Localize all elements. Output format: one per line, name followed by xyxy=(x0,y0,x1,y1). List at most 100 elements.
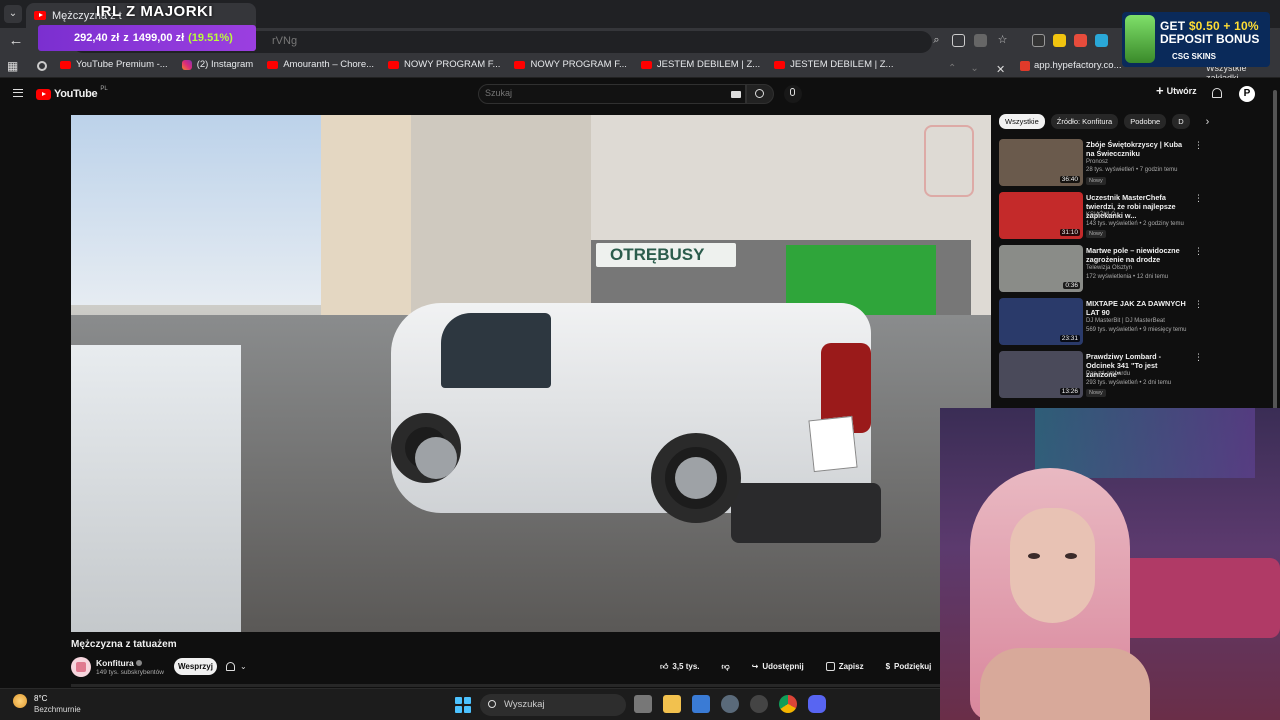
related-video-title[interactable]: Zbóje Świętokrzyscy | Kuba na Świeccznik… xyxy=(1086,140,1190,158)
more-options-icon[interactable]: ⋮ xyxy=(1194,352,1203,363)
instagram-icon xyxy=(181,59,192,70)
video-thumbnail[interactable]: 0:36 xyxy=(999,245,1083,292)
chrome-icon[interactable] xyxy=(779,695,797,713)
zoom-icon[interactable]: ⌕ xyxy=(930,34,943,47)
like-button[interactable]: 👍︎ 3,5 tys. xyxy=(652,658,708,675)
menu-icon[interactable] xyxy=(13,89,23,97)
youtube-icon xyxy=(774,60,786,69)
channel-name[interactable]: Konfitura xyxy=(96,658,142,668)
subscription-notifications-button[interactable]: ⌄ xyxy=(226,658,258,675)
more-options-icon[interactable]: ⋮ xyxy=(1194,246,1203,257)
file-explorer-icon[interactable] xyxy=(663,695,681,713)
related-video-item[interactable]: 23:31 MIXTAPE JAK ZA DAWNYCH LAT 90 DJ M… xyxy=(999,298,1204,349)
video-duration: 0:36 xyxy=(1063,282,1080,289)
chevron-right-icon[interactable]: › xyxy=(1206,116,1210,128)
bookmark-item[interactable]: (2) Instagram xyxy=(181,59,253,70)
tab-search-chevron-icon[interactable]: ⌄ xyxy=(4,5,22,23)
related-video-item[interactable]: 13:26 Prawdziwy Lombard - Odcinek 341 "T… xyxy=(999,351,1204,402)
app-icon[interactable] xyxy=(750,695,768,713)
donation-percent: (19.51%) xyxy=(188,32,233,44)
more-options-icon[interactable]: ⋮ xyxy=(1194,140,1203,151)
channel-watermark-icon[interactable] xyxy=(924,125,974,197)
youtube-logo[interactable]: YouTube PL xyxy=(36,86,108,100)
task-view-icon[interactable] xyxy=(634,695,652,713)
discord-icon[interactable] xyxy=(808,695,826,713)
share-icon: ↪ xyxy=(751,662,759,671)
search-input[interactable] xyxy=(485,88,715,98)
settings-bookmark-icon[interactable] xyxy=(37,61,47,71)
apps-grid-icon[interactable]: ▦ xyxy=(7,60,19,72)
related-video-title[interactable]: MIXTAPE JAK ZA DAWNYCH LAT 90 xyxy=(1086,299,1190,317)
van-wheel xyxy=(651,433,741,523)
account-avatar[interactable]: P xyxy=(1239,86,1255,102)
bookmark-item[interactable]: YouTube Premium -... xyxy=(60,59,168,70)
search-button[interactable] xyxy=(746,84,774,104)
bookmark-item[interactable]: NOWY PROGRAM F... xyxy=(514,59,627,70)
bookmarks-bar: ▦ YouTube Premium -... (2) Instagram Amo… xyxy=(0,56,1280,78)
channel-avatar[interactable] xyxy=(71,657,91,677)
find-bar-arrows-icon[interactable]: ⌃⌄ xyxy=(948,63,993,74)
related-video-item[interactable]: 0:36 Martwe pole – niewidoczne zagrożeni… xyxy=(999,245,1204,296)
notifications-bell-icon[interactable] xyxy=(1212,88,1222,98)
chip-source[interactable]: Źródło: Konfitura xyxy=(1050,114,1119,129)
video-thumbnail[interactable]: 36:40 xyxy=(999,139,1083,186)
windows-start-icon[interactable] xyxy=(455,697,471,713)
dislike-button[interactable]: 👎︎ xyxy=(714,658,738,675)
extension-icon[interactable] xyxy=(1074,34,1087,47)
related-video-channel[interactable]: DJ MasterBit | DJ MasterBeat xyxy=(1086,318,1165,324)
support-button[interactable]: Wesprzyj xyxy=(174,658,217,675)
chevron-down-icon: ⌄ xyxy=(240,662,247,671)
related-video-title[interactable]: Martwe pole – niewidoczne zagrożenie na … xyxy=(1086,246,1190,264)
bookmark-item[interactable]: NOWY PROGRAM F... xyxy=(388,59,500,70)
video-frame-snow xyxy=(71,345,241,632)
video-player[interactable]: OTRĘBUSY xyxy=(71,115,991,632)
install-icon[interactable] xyxy=(974,34,987,47)
settings-gear-icon[interactable] xyxy=(721,695,739,713)
create-label: Utwórz xyxy=(1166,86,1197,96)
store-icon[interactable] xyxy=(692,695,710,713)
extension-icon[interactable] xyxy=(1032,34,1045,47)
related-video-channel[interactable]: Pronosz xyxy=(1086,159,1108,165)
taskbar-search-placeholder: Wyszukaj xyxy=(504,699,545,710)
taskbar-search[interactable]: Wyszukaj xyxy=(480,694,626,716)
back-arrow-icon[interactable]: ← xyxy=(8,33,24,49)
bookmark-label: JESTEM DEBILEM | Z... xyxy=(790,59,894,70)
donation-target: 1499,00 zł xyxy=(132,32,185,44)
voice-search-button[interactable] xyxy=(784,85,802,103)
keyboard-icon[interactable] xyxy=(731,91,741,98)
share-button[interactable]: ↪ Udostępnij xyxy=(744,658,812,675)
chip-similar[interactable]: Podobne xyxy=(1124,114,1167,129)
extension-icon[interactable] xyxy=(1053,34,1066,47)
related-video-item[interactable]: 36:40 Zbóje Świętokrzyscy | Kuba na Świe… xyxy=(999,139,1204,190)
bookmark-item[interactable]: JESTEM DEBILEM | Z... xyxy=(640,59,760,70)
extension-icon[interactable] xyxy=(1095,34,1108,47)
related-video-channel[interactable]: KSIĄŻULO xyxy=(1086,212,1116,218)
save-button[interactable]: Zapisz xyxy=(818,658,872,675)
video-thumbnail[interactable]: 23:31 xyxy=(999,298,1083,345)
chip-more[interactable]: D xyxy=(1172,114,1190,129)
video-thumbnail[interactable]: 13:26 xyxy=(999,351,1083,398)
subscriber-count: 149 tys. subskrybentów xyxy=(96,669,164,676)
more-options-icon[interactable]: ⋮ xyxy=(1194,193,1203,204)
related-video-item[interactable]: 31:10 Uczestnik MasterChefa twierdzi, że… xyxy=(999,192,1204,243)
thumbs-up-icon: 👍︎ xyxy=(660,661,669,671)
create-button[interactable]: + Utwórz xyxy=(1156,84,1197,97)
webcam-person-face xyxy=(1010,508,1095,623)
cast-icon[interactable] xyxy=(952,34,965,47)
bookmark-star-icon[interactable]: ☆ xyxy=(996,34,1009,47)
more-options-icon[interactable]: ⋮ xyxy=(1194,299,1203,310)
thanks-button[interactable]: $ Podziękuj xyxy=(878,658,940,675)
related-video-channel[interactable]: Pan z Lombardu xyxy=(1086,371,1130,377)
new-badge: Nowy xyxy=(1086,177,1106,185)
share-label: Udostępnij xyxy=(762,662,804,671)
weather-condition[interactable]: Bezchmurnie xyxy=(34,705,81,714)
find-close-icon[interactable]: ✕ xyxy=(996,63,1005,76)
weather-sun-icon[interactable] xyxy=(13,694,27,708)
bookmark-item[interactable]: Amouranth – Chore... xyxy=(267,59,374,70)
related-video-channel[interactable]: Telewizja Olsztyn xyxy=(1086,265,1132,271)
bookmark-item-hypefactory[interactable]: app.hypefactory.co... xyxy=(1020,60,1122,71)
video-thumbnail[interactable]: 31:10 xyxy=(999,192,1083,239)
bookmark-item[interactable]: JESTEM DEBILEM | Z... xyxy=(774,59,893,70)
chip-all[interactable]: Wszystkie xyxy=(999,114,1045,129)
weather-temperature[interactable]: 8°C xyxy=(34,694,47,703)
